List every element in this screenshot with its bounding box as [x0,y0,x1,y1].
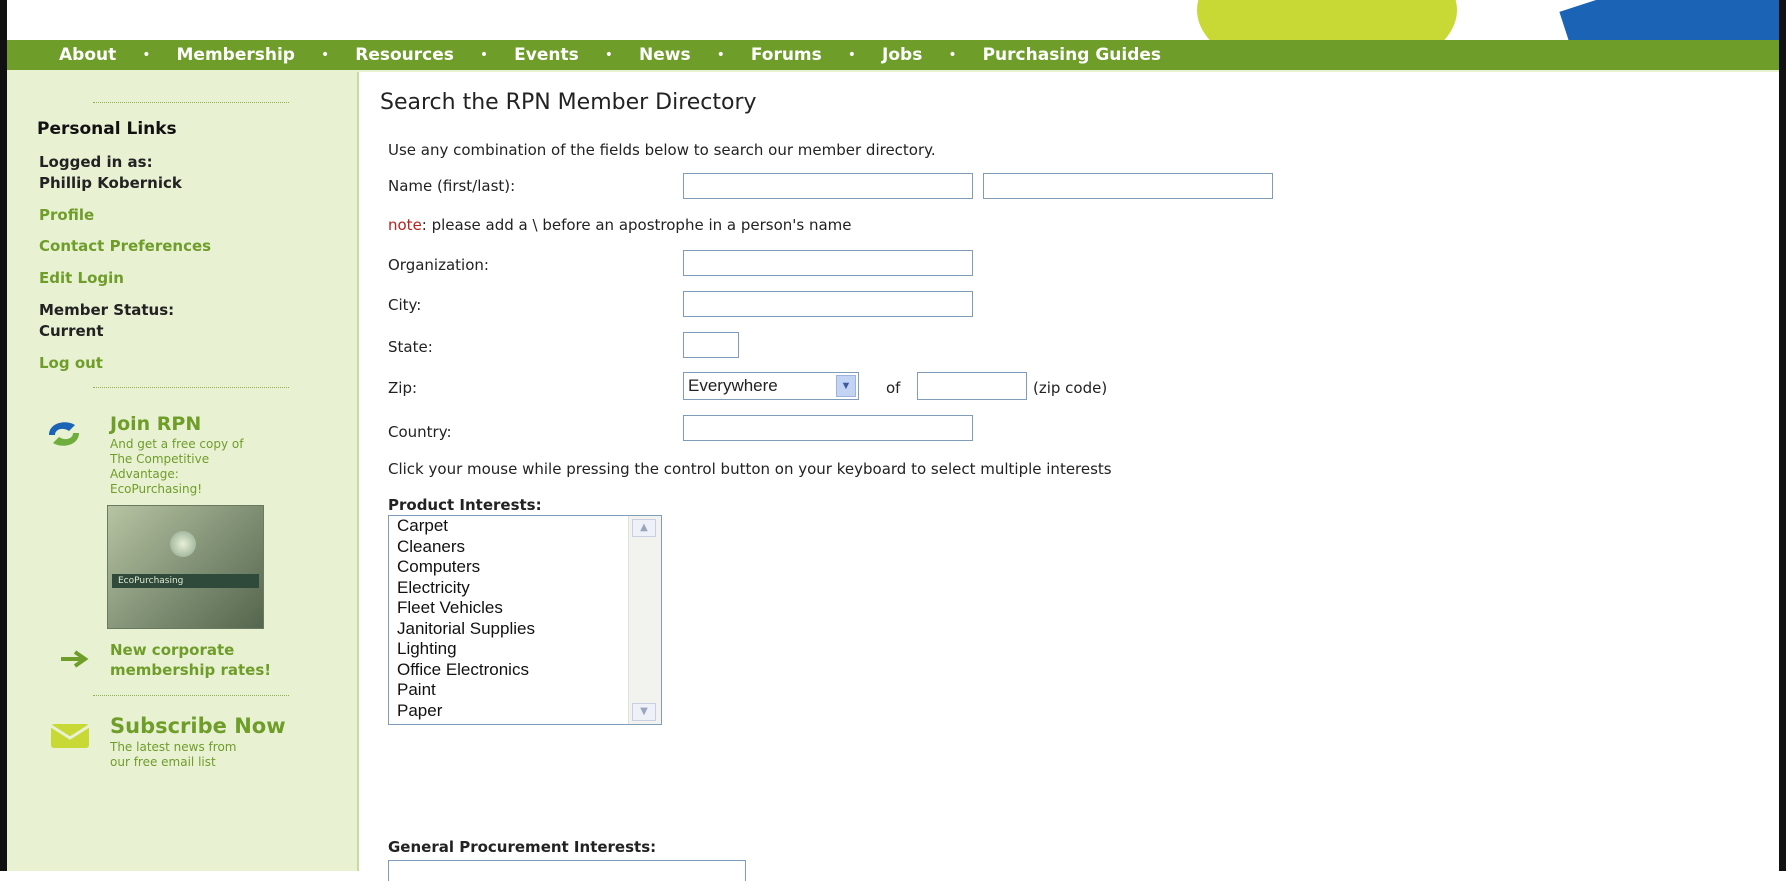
city-input[interactable] [683,291,973,317]
corporate-rates-line-1[interactable]: New corporate [110,640,234,660]
main-content: Search the RPN Member Directory Use any … [380,72,1770,881]
nav-membership[interactable]: Membership [177,45,295,65]
zip-code-input[interactable] [917,372,1027,400]
book-cover-image[interactable]: EcoPurchasing [107,505,264,629]
list-item[interactable]: Paper [389,701,661,722]
country-input[interactable] [683,415,973,441]
multi-select-hint: Click your mouse while pressing the cont… [388,460,1112,478]
list-item[interactable]: Cleaners [389,537,661,558]
zip-of-label: of [886,379,901,397]
name-label: Name (first/last): [388,177,516,195]
country-label: Country: [388,423,452,441]
list-item[interactable]: Electricity [389,578,661,599]
zip-range-select[interactable]: Everywhere ▼ [683,372,859,400]
window-border-left [0,0,7,871]
sidebar-divider [93,102,289,103]
corporate-rates-line-2[interactable]: membership rates! [110,660,271,680]
member-status-value: Current [39,322,104,340]
chevron-down-icon[interactable]: ▼ [836,375,856,397]
sidebar-link-log-out[interactable]: Log out [39,354,103,372]
banner-blue-shape [1559,0,1779,40]
envelope-icon [50,724,90,748]
note-text: : please add a \ before an apostrophe in… [421,216,852,234]
listbox-scrollbar[interactable]: ▲ ▼ [628,516,661,724]
nav-news[interactable]: News [639,45,691,65]
join-subtitle-1: And get a free copy of [110,437,244,451]
join-rpn-link[interactable]: Join RPN [110,413,201,435]
subscribe-now-link[interactable]: Subscribe Now [110,714,286,738]
note-prefix: note [388,216,422,234]
subscribe-subtitle-2: our free email list [110,755,216,769]
zip-label: Zip: [388,379,418,397]
nav-separator: • [142,47,151,63]
city-label: City: [388,296,422,314]
nav-forums[interactable]: Forums [751,45,822,65]
sidebar-link-edit-login[interactable]: Edit Login [39,269,124,287]
sidebar-divider [93,387,289,388]
nav-separator: • [604,47,613,63]
organization-input[interactable] [683,250,973,276]
book-title-band: EcoPurchasing [112,574,259,588]
join-subtitle-4: EcoPurchasing! [110,482,202,496]
nav-events[interactable]: Events [514,45,579,65]
state-label: State: [388,338,433,356]
nav-separator: • [948,47,957,63]
nav-separator: • [479,47,489,63]
nav-separator: • [716,47,725,63]
sidebar: Personal Links Logged in as: Phillip Kob… [7,72,359,871]
list-item[interactable]: Computers [389,557,661,578]
nav-resources[interactable]: Resources [355,45,454,65]
list-item[interactable]: Lighting [389,639,661,660]
general-interests-label: General Procurement Interests: [388,838,657,856]
nav-jobs[interactable]: Jobs [882,45,922,65]
zip-code-hint: (zip code) [1033,379,1108,397]
globe-graphic [170,531,196,557]
header-banner [7,0,1779,40]
nav-purchasing-guides[interactable]: Purchasing Guides [983,45,1161,65]
personal-links-heading: Personal Links [37,119,177,139]
logged-in-label: Logged in as: [39,153,153,171]
rpn-logo-icon [49,422,79,446]
intro-text: Use any combination of the fields below … [388,141,936,159]
apostrophe-note: note: please add a \ before an apostroph… [388,216,852,234]
product-interests-label: Product Interests: [388,496,542,514]
user-name: Phillip Kobernick [39,174,182,192]
list-item[interactable]: Office Electronics [389,660,661,681]
list-item[interactable]: Fleet Vehicles [389,598,661,619]
page-title: Search the RPN Member Directory [380,90,757,115]
subscribe-subtitle-1: The latest news from [110,740,237,754]
banner-yellow-shape [1197,0,1457,40]
main-nav: About • Membership • Resources • Events … [7,40,1779,72]
product-interests-listbox[interactable]: Carpet Cleaners Computers Electricity Fl… [388,515,662,725]
list-item[interactable]: Paint [389,680,661,701]
first-name-input[interactable] [683,173,973,199]
join-subtitle-3: Advantage: [110,467,179,481]
scroll-up-icon[interactable]: ▲ [632,519,656,537]
sidebar-link-contact-preferences[interactable]: Contact Preferences [39,237,211,255]
member-status-label: Member Status: [39,301,175,319]
list-item[interactable]: Carpet [389,516,661,537]
window-border-right [1779,0,1786,871]
organization-label: Organization: [388,256,489,274]
zip-range-value: Everywhere [688,376,778,395]
state-input[interactable] [683,332,739,358]
nav-about[interactable]: About [59,45,116,65]
sidebar-divider [93,695,289,696]
join-subtitle-2: The Competitive [110,452,210,466]
nav-separator: • [320,47,330,63]
nav-separator: • [847,47,857,63]
list-item[interactable]: Janitorial Supplies [389,619,661,640]
sidebar-link-profile[interactable]: Profile [39,206,94,224]
scroll-down-icon[interactable]: ▼ [632,703,656,721]
arrow-right-icon [61,650,89,668]
last-name-input[interactable] [983,173,1273,199]
